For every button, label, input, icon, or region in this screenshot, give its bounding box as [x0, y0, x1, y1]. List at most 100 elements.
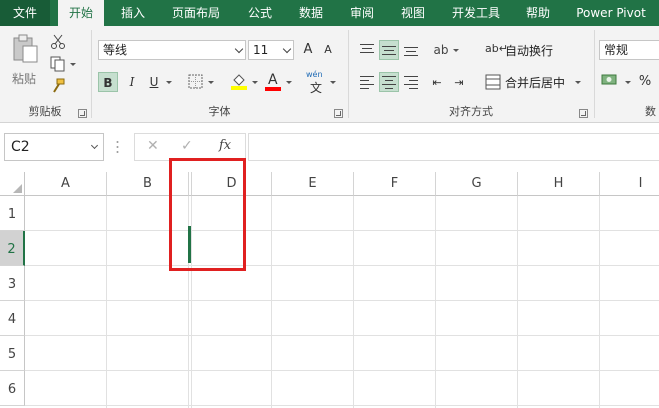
fill-color-button[interactable] — [230, 72, 250, 92]
align-left-icon — [360, 76, 374, 89]
align-center-icon — [382, 76, 396, 89]
decrease-indent-icon: ⇤ — [432, 76, 442, 89]
row-header-active[interactable]: 2 — [0, 231, 25, 266]
font-size-select[interactable]: 11 — [248, 40, 294, 60]
wrap-text-button[interactable]: ab↵ 自动换行 — [485, 40, 555, 60]
row-header[interactable]: 5 — [0, 336, 25, 371]
copy-icon[interactable] — [50, 56, 66, 72]
column-header[interactable]: I — [600, 172, 659, 196]
merge-center-button[interactable]: 合并后居中 — [485, 72, 581, 92]
paste-button[interactable]: 粘贴 — [8, 32, 42, 90]
font-group: 等线 11 A A B I U A wén 文 字体 — [92, 26, 347, 122]
font-color-button[interactable]: A — [264, 72, 282, 92]
gridline — [435, 196, 436, 408]
column-header[interactable]: F — [354, 172, 436, 196]
phonetic-button[interactable]: wén 文 — [306, 70, 328, 95]
font-size-value: 11 — [253, 43, 269, 57]
ribbon-tab-bar: 文件 开始 插入 页面布局 公式 数据 审阅 视图 开发工具 帮助 Power … — [0, 0, 659, 27]
tab-developer[interactable]: 开发工具 — [444, 0, 508, 26]
column-header[interactable]: H — [518, 172, 600, 196]
align-center-button[interactable] — [379, 72, 399, 92]
tab-view[interactable]: 视图 — [393, 0, 433, 26]
decrease-indent-button[interactable]: ⇤ — [427, 72, 447, 92]
alignment-launcher-icon[interactable] — [579, 109, 588, 118]
column-header[interactable]: A — [25, 172, 107, 196]
orientation-button[interactable]: ab — [431, 40, 451, 60]
phonetic-dropdown-icon[interactable] — [330, 81, 336, 84]
clipboard-group-label: 剪贴板 — [28, 105, 62, 118]
paste-icon — [13, 34, 38, 63]
accounting-dropdown-icon[interactable] — [625, 81, 631, 84]
insert-function-icon[interactable]: fx — [219, 138, 231, 153]
number-group: 常规 % 数 — [595, 26, 659, 122]
tab-data[interactable]: 数据 — [291, 0, 331, 26]
format-painter-icon[interactable] — [50, 78, 66, 94]
gridline — [25, 335, 659, 336]
increase-indent-icon: ⇥ — [454, 76, 464, 89]
row-header[interactable]: 1 — [0, 196, 25, 231]
align-left-button[interactable] — [357, 72, 377, 92]
copy-dropdown-icon[interactable] — [70, 63, 76, 66]
align-top-button[interactable] — [357, 40, 377, 60]
phonetic-char: 文 — [310, 81, 323, 95]
increase-font-size-button[interactable]: A — [298, 40, 318, 60]
fill-color-dropdown-icon[interactable] — [252, 81, 258, 84]
increase-indent-button[interactable]: ⇥ — [449, 72, 469, 92]
select-all-button[interactable] — [0, 172, 25, 196]
bold-button[interactable]: B — [98, 72, 118, 92]
wrap-text-label: 自动换行 — [505, 44, 554, 58]
number-format-select[interactable]: 常规 — [599, 40, 659, 60]
tab-formulas[interactable]: 公式 — [240, 0, 280, 26]
tab-page-layout[interactable]: 页面布局 — [164, 0, 228, 26]
tab-file[interactable]: 文件 — [0, 0, 50, 26]
font-launcher-icon[interactable] — [334, 109, 343, 118]
formula-bar-grip-icon[interactable] — [116, 140, 119, 154]
italic-button[interactable]: I — [122, 72, 142, 92]
cut-icon[interactable] — [50, 34, 66, 50]
enter-icon[interactable]: ✓ — [181, 138, 193, 154]
tab-power-pivot[interactable]: Power Pivot — [570, 0, 652, 26]
font-color-dropdown-icon[interactable] — [286, 81, 292, 84]
underline-button[interactable]: U — [144, 72, 164, 92]
name-box[interactable]: C2 — [4, 133, 104, 161]
ribbon: 粘贴 剪贴板 等线 11 A A B I U A wén 文 字体 ab ab↵… — [0, 26, 659, 123]
column-header[interactable]: E — [272, 172, 354, 196]
row-header[interactable]: 6 — [0, 371, 25, 406]
gridline — [271, 196, 272, 408]
gridline — [106, 196, 107, 408]
font-color-swatch — [265, 87, 281, 91]
align-middle-button[interactable] — [379, 40, 399, 60]
align-middle-icon — [382, 45, 396, 57]
formula-input[interactable] — [248, 133, 659, 161]
borders-icon — [188, 74, 203, 89]
align-bottom-button[interactable] — [401, 40, 421, 60]
underline-dropdown-icon[interactable] — [166, 81, 172, 84]
row-header[interactable]: 3 — [0, 266, 25, 301]
font-group-label: 字体 — [208, 105, 231, 118]
borders-dropdown-icon[interactable] — [208, 81, 214, 84]
phonetic-pinyin: wén — [306, 70, 323, 79]
merge-center-dropdown-icon[interactable] — [575, 81, 581, 84]
orientation-dropdown-icon[interactable] — [453, 49, 459, 52]
tab-home[interactable]: 开始 — [58, 0, 104, 27]
formula-buttons: ✕ ✓ fx — [134, 133, 246, 161]
accounting-format-button[interactable] — [601, 72, 625, 92]
alignment-group-label: 对齐方式 — [449, 105, 493, 118]
decrease-font-size-button[interactable]: A — [318, 40, 338, 60]
font-name-value: 等线 — [103, 43, 128, 57]
font-name-select[interactable]: 等线 — [98, 40, 246, 60]
tab-review[interactable]: 审阅 — [342, 0, 382, 26]
number-format-value: 常规 — [604, 43, 629, 57]
borders-button[interactable] — [188, 74, 204, 90]
column-header[interactable]: G — [436, 172, 518, 196]
align-right-button[interactable] — [401, 72, 421, 92]
chevron-down-icon — [282, 44, 292, 54]
worksheet-grid[interactable]: A B D E F G H I 1 2 3 4 5 6 — [0, 172, 659, 408]
percent-style-button[interactable]: % — [635, 72, 655, 92]
tab-help[interactable]: 帮助 — [518, 0, 558, 26]
clipboard-launcher-icon[interactable] — [78, 109, 87, 118]
fill-bucket-icon — [231, 74, 247, 90]
cancel-icon[interactable]: ✕ — [147, 138, 159, 154]
row-header[interactable]: 4 — [0, 301, 25, 336]
tab-insert[interactable]: 插入 — [113, 0, 153, 26]
